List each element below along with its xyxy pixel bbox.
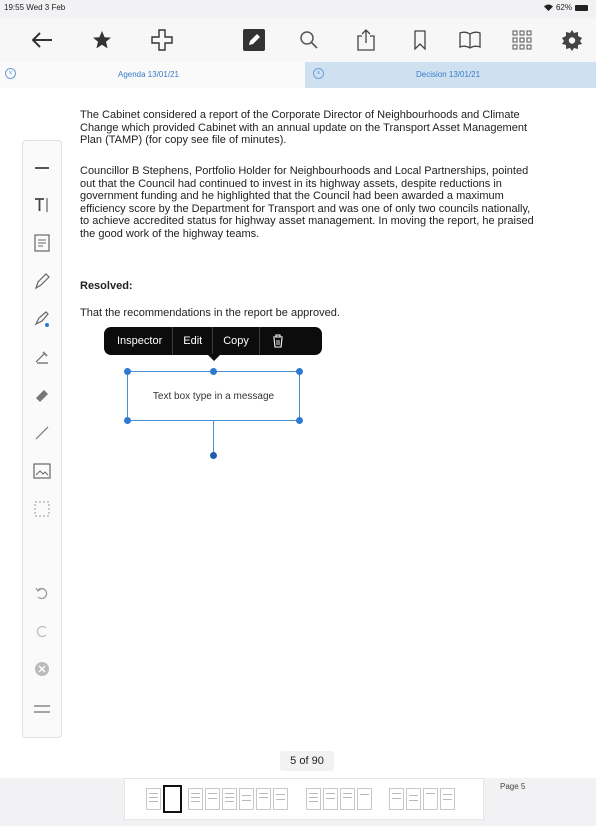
- document-page: The Cabinet considered a report of the C…: [0, 88, 596, 778]
- page-thumbnail[interactable]: [406, 788, 421, 810]
- marker-tool-icon[interactable]: [29, 345, 55, 369]
- share-icon[interactable]: [352, 26, 380, 54]
- paragraph-text: Councillor B Stephens, Portfolio Holder …: [80, 165, 534, 240]
- context-menu: Inspector Edit Copy: [104, 327, 322, 355]
- doc-paragraph-1: The Cabinet considered a report of the C…: [80, 109, 535, 147]
- tab-agenda-label: Agenda 13/01/21: [118, 70, 179, 79]
- page-thumbnail-current[interactable]: [163, 785, 182, 813]
- edit-icon[interactable]: [240, 26, 268, 54]
- tab-bar: × Agenda 13/01/21 × Decision 13/01/21: [0, 62, 596, 88]
- thumbnail-strip[interactable]: [124, 778, 484, 820]
- line-tool-icon[interactable]: [29, 156, 55, 180]
- move-icon[interactable]: [148, 26, 176, 54]
- page-thumbnail[interactable]: [323, 788, 338, 810]
- page-thumbnail[interactable]: [239, 788, 254, 810]
- back-arrow-icon[interactable]: [28, 26, 56, 54]
- redo-icon[interactable]: [29, 619, 55, 643]
- paragraph-text: That the recommendations in the report b…: [80, 307, 340, 319]
- resize-handle-top[interactable]: [210, 368, 217, 375]
- menu-handle-icon[interactable]: [29, 697, 55, 721]
- doc-paragraph-3: That the recommendations in the report b…: [80, 307, 535, 320]
- image-tool-icon[interactable]: [29, 459, 55, 483]
- resize-handle-bottom-right[interactable]: [296, 417, 303, 424]
- eraser-tool-icon[interactable]: [29, 383, 55, 407]
- close-tab-icon[interactable]: ×: [5, 68, 16, 79]
- toolbar: [0, 18, 596, 62]
- trash-icon: [272, 334, 283, 348]
- arrow-tool-icon[interactable]: [29, 421, 55, 445]
- highlighter-tool-icon[interactable]: [29, 307, 55, 331]
- tab-agenda[interactable]: × Agenda 13/01/21: [0, 62, 305, 88]
- status-right: 62%: [543, 3, 588, 12]
- wifi-icon: [543, 4, 553, 11]
- page-thumbnail[interactable]: [222, 788, 237, 810]
- page-thumbnail[interactable]: [205, 788, 220, 810]
- status-time-text: 19:55: [4, 3, 25, 12]
- page-thumbnail[interactable]: [340, 788, 355, 810]
- page-thumbnail[interactable]: [256, 788, 271, 810]
- status-date-text: Wed 3 Feb: [26, 3, 66, 12]
- annotation-tools-panel: [22, 140, 62, 738]
- page-thumbnail[interactable]: [440, 788, 455, 810]
- edit-menu-item[interactable]: Edit: [173, 327, 212, 355]
- resize-handle-top-right[interactable]: [296, 368, 303, 375]
- tab-decision-label: Decision 13/01/21: [416, 70, 481, 79]
- page-thumbnail[interactable]: [188, 788, 203, 810]
- page-label: Page 5: [500, 782, 526, 791]
- bookmark-icon[interactable]: [406, 26, 434, 54]
- page-thumbnail[interactable]: [389, 788, 404, 810]
- context-menu-pointer: [207, 354, 221, 361]
- delete-menu-item[interactable]: [260, 327, 296, 355]
- page-thumbnail[interactable]: [357, 788, 372, 810]
- resolved-heading: Resolved:: [80, 280, 133, 292]
- grid-icon[interactable]: [508, 26, 536, 54]
- text-tool-icon[interactable]: [29, 193, 55, 217]
- copy-menu-item[interactable]: Copy: [213, 327, 259, 355]
- status-time: 19:55 Wed 3 Feb: [4, 3, 65, 12]
- page-thumbnail[interactable]: [146, 788, 161, 810]
- page-thumbnail[interactable]: [423, 788, 438, 810]
- textbox-text: Text box type in a message: [152, 390, 275, 402]
- search-icon[interactable]: [295, 26, 323, 54]
- pen-tool-icon[interactable]: [29, 269, 55, 293]
- tab-decision[interactable]: × Decision 13/01/21: [305, 62, 596, 88]
- battery-percent: 62%: [555, 3, 572, 12]
- close-tab-icon[interactable]: ×: [313, 68, 324, 79]
- page-thumbnail[interactable]: [306, 788, 321, 810]
- doc-paragraph-2: Councillor B Stephens, Portfolio Holder …: [80, 165, 535, 241]
- page-indicator: 5 of 90: [280, 751, 334, 771]
- gear-icon[interactable]: [558, 26, 586, 54]
- undo-icon[interactable]: [29, 581, 55, 605]
- note-tool-icon[interactable]: [29, 231, 55, 255]
- page-thumbnail[interactable]: [273, 788, 288, 810]
- rotate-handle[interactable]: [210, 452, 217, 459]
- resize-handle-top-left[interactable]: [124, 368, 131, 375]
- textbox-annotation[interactable]: Text box type in a message: [127, 371, 300, 421]
- resize-handle-bottom-left[interactable]: [124, 417, 131, 424]
- book-icon[interactable]: [456, 26, 484, 54]
- star-icon[interactable]: [88, 26, 116, 54]
- selection-tool-icon[interactable]: [29, 497, 55, 521]
- inspector-menu-item[interactable]: Inspector: [104, 327, 172, 355]
- paragraph-text: The Cabinet considered a report of the C…: [80, 109, 528, 147]
- battery-icon: [575, 4, 588, 11]
- rotation-connector: [213, 421, 214, 455]
- clear-icon[interactable]: [29, 657, 55, 681]
